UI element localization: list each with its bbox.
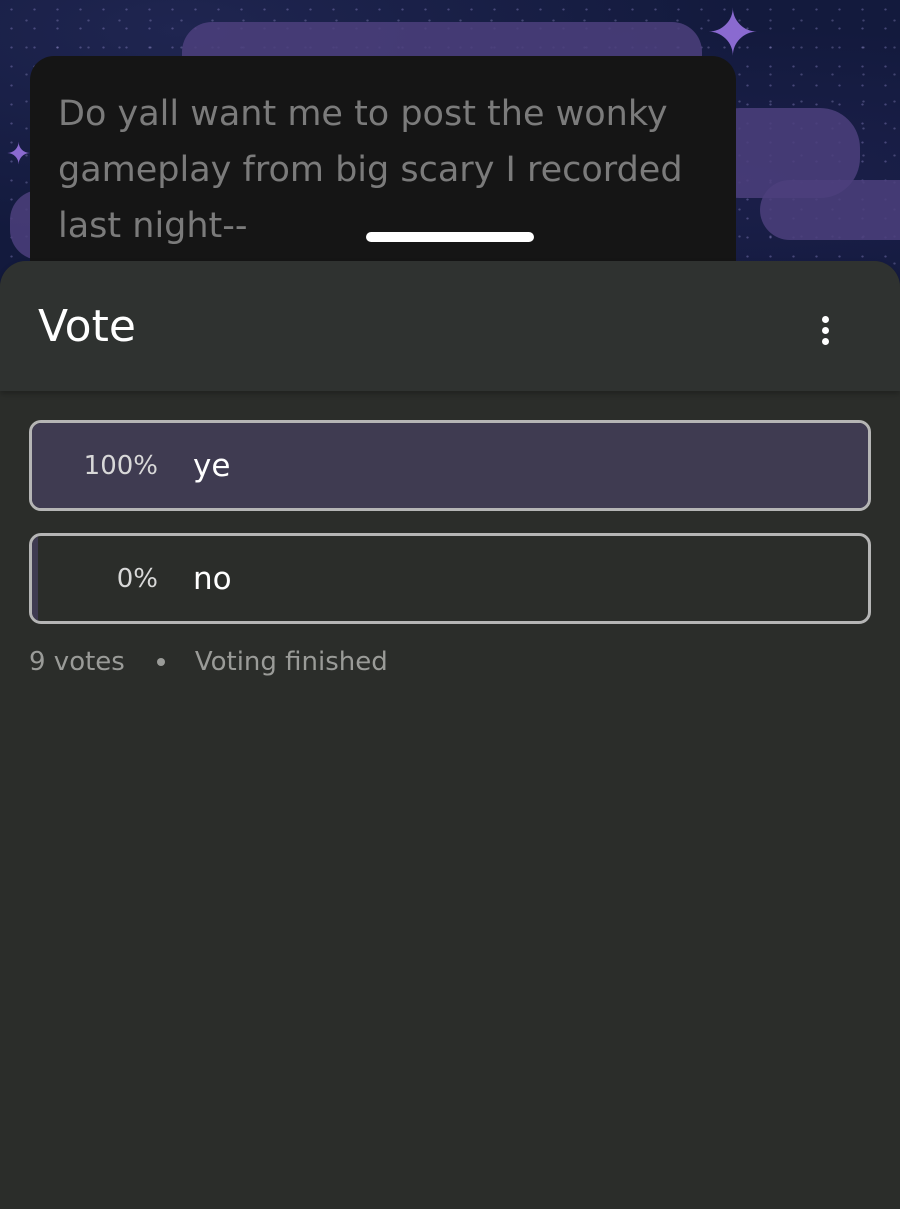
poll-result-bar xyxy=(32,536,38,621)
cloud-shape xyxy=(760,180,900,240)
chat-message-bubble[interactable]: Do yall want me to post the wonky gamepl… xyxy=(30,56,736,296)
chat-message-text: Do yall want me to post the wonky gamepl… xyxy=(58,94,683,246)
poll-status: Voting finished xyxy=(194,647,388,677)
poll-option-ye[interactable]: 100% ye xyxy=(29,420,871,511)
vote-count: 9 votes xyxy=(29,647,125,677)
poll-meta: 9 votes Voting finished xyxy=(29,647,388,677)
vote-bottom-sheet: Vote 100% ye 0% no 9 votes Voting finish… xyxy=(0,261,900,1209)
separator-dot xyxy=(156,658,165,666)
sparkle-icon: ✦ xyxy=(6,137,32,172)
sheet-title: Vote xyxy=(38,301,136,352)
more-vert-icon[interactable] xyxy=(800,305,850,355)
menu-dot xyxy=(821,337,829,345)
menu-dot xyxy=(821,315,829,323)
screen: ✦ ✦ Do yall want me to post the wonky ga… xyxy=(0,0,900,1209)
poll-option-percent: 100% xyxy=(83,450,158,481)
poll-option-label: no xyxy=(193,560,232,597)
poll-option-no[interactable]: 0% no xyxy=(29,533,871,624)
sheet-drag-handle[interactable] xyxy=(366,232,534,242)
sheet-header: Vote xyxy=(0,261,900,391)
chat-background: ✦ ✦ Do yall want me to post the wonky ga… xyxy=(0,0,900,300)
menu-dot xyxy=(821,326,829,334)
poll-option-percent: 0% xyxy=(116,563,158,594)
poll-option-label: ye xyxy=(193,447,231,484)
